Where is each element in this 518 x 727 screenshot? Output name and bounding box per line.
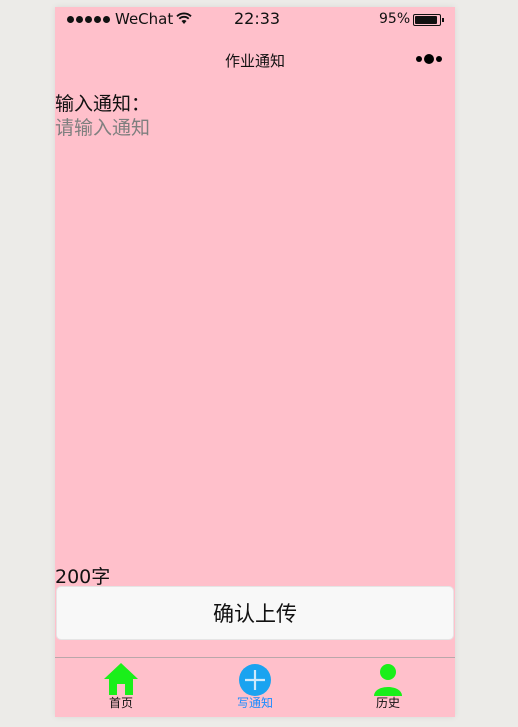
wifi-icon [176, 12, 192, 24]
tab-write-notice-label: 写通知 [236, 696, 273, 710]
tab-history[interactable]: 历史 [348, 662, 428, 711]
notice-input[interactable] [55, 113, 453, 553]
status-time: 22:33 [234, 9, 281, 28]
home-icon [104, 663, 138, 695]
notice-input-label: 输入通知： [55, 93, 151, 115]
battery-percentage: 95% [379, 11, 411, 27]
tab-write-notice[interactable]: 写通知 [215, 662, 295, 711]
phone-screen: WeChat 22:33 95% 作业通知 输入通知： 200字 确认上传 首页 [55, 7, 455, 717]
battery-icon [413, 14, 444, 26]
more-dots-icon[interactable] [416, 54, 442, 64]
signal-strength-icon [67, 16, 110, 23]
carrier-name: WeChat [115, 10, 174, 28]
add-circle-icon [239, 664, 271, 696]
status-bar: WeChat 22:33 95% [55, 7, 455, 33]
tab-history-label: 历史 [375, 696, 400, 710]
page-title: 作业通知 [224, 52, 285, 70]
user-icon [374, 664, 402, 696]
tab-home-label: 首页 [108, 696, 133, 710]
confirm-upload-button[interactable]: 确认上传 [56, 586, 454, 640]
tab-bar: 首页 写通知 历史 [55, 657, 455, 718]
tab-home[interactable]: 首页 [81, 662, 161, 711]
char-count: 200字 [55, 566, 111, 588]
